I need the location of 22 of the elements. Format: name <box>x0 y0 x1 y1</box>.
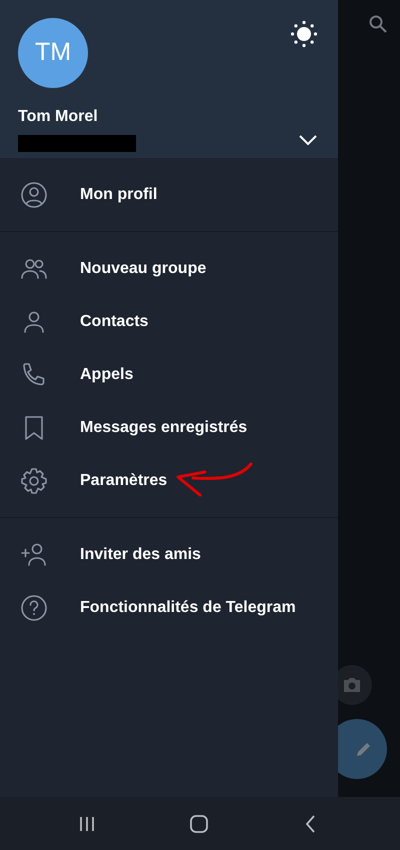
menu-item[interactable]: Paramètres <box>0 454 174 507</box>
user-name: Tom Morel <box>18 107 99 127</box>
camera-icon <box>342 676 362 694</box>
help-icon <box>20 594 48 622</box>
menu-item[interactable]: Appels <box>0 348 338 401</box>
compose-button[interactable] <box>338 719 387 779</box>
menu-item[interactable]: Mon profil <box>0 168 338 221</box>
menu-item[interactable]: Messages enregistrés <box>0 401 338 454</box>
theme-toggle-button[interactable] <box>290 20 318 48</box>
menu-item[interactable]: Inviter des amis <box>0 528 338 581</box>
search-icon[interactable] <box>369 15 387 33</box>
settings-icon <box>20 466 48 494</box>
menu-item[interactable]: Contacts <box>0 295 338 348</box>
accounts-toggle-button[interactable] <box>298 134 318 146</box>
menu-item[interactable]: Nouveau groupe <box>0 242 338 295</box>
menu-item[interactable]: Fonctionnalités de Telegram <box>0 581 338 634</box>
chevron-icon <box>298 134 318 146</box>
sun-icon <box>290 20 318 48</box>
home-icon <box>189 814 209 834</box>
add-person-icon <box>20 540 48 568</box>
recent-apps-icon <box>78 814 96 832</box>
profile-icon <box>20 180 48 208</box>
